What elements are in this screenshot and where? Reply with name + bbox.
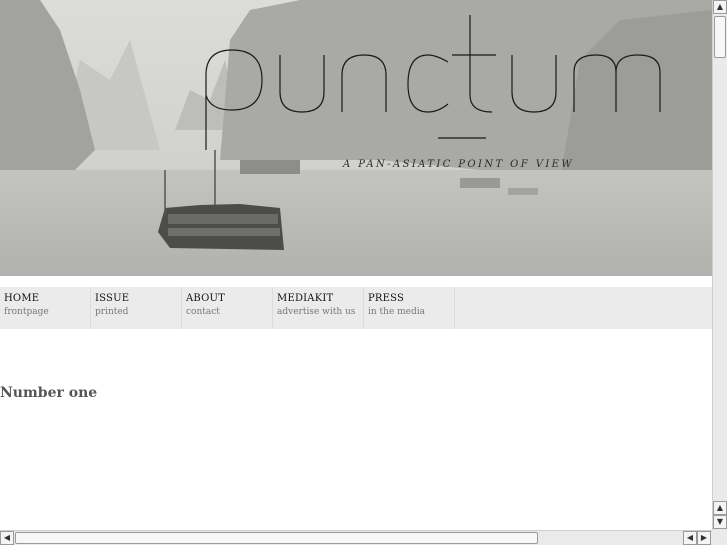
scroll-right-button[interactable]: ▶ xyxy=(697,531,711,545)
scroll-left-button[interactable]: ◀ xyxy=(0,531,14,545)
nav-item-title: PRESS xyxy=(368,293,405,304)
scrollbar-corner xyxy=(712,530,727,545)
section-heading: Number one xyxy=(0,385,98,401)
scroll-down-button[interactable]: ▼ xyxy=(713,515,727,529)
nav-item-subtitle: contact xyxy=(186,307,220,317)
tagline-text: A PAN-ASIATIC POINT OF VIEW xyxy=(342,159,574,170)
nav-item-subtitle: advertise with us xyxy=(277,307,356,317)
nav-item-about[interactable]: ABOUT contact xyxy=(182,287,273,329)
horizontal-scrollbar[interactable]: ◀ ◀ ▶ xyxy=(0,530,712,545)
vertical-scrollbar[interactable]: ▲ ▲ ▼ xyxy=(712,0,727,530)
nav-item-home[interactable]: HOME frontpage xyxy=(0,287,91,329)
scroll-up-button[interactable]: ▲ xyxy=(713,0,727,14)
nav-item-press[interactable]: PRESS in the media xyxy=(364,287,455,329)
vertical-scroll-thumb[interactable] xyxy=(714,16,726,58)
nav-item-title: MEDIAKIT xyxy=(277,293,334,304)
nav-item-subtitle: in the media xyxy=(368,307,426,317)
horizontal-scroll-thumb[interactable] xyxy=(15,532,538,544)
main-navigation: HOME frontpage ISSUE printed ABOUT conta… xyxy=(0,287,712,329)
misty-bay-photo: A PAN-ASIATIC POINT OF VIEW xyxy=(0,0,712,276)
scroll-up-button-bottom[interactable]: ▲ xyxy=(713,501,727,515)
nav-item-title: HOME xyxy=(4,293,40,304)
scroll-left-button-right[interactable]: ◀ xyxy=(683,531,697,545)
nav-item-mediakit[interactable]: MEDIAKIT advertise with us xyxy=(273,287,364,329)
nav-item-issue[interactable]: ISSUE printed xyxy=(91,287,182,329)
nav-item-title: ABOUT xyxy=(186,293,226,304)
header-banner-image: A PAN-ASIATIC POINT OF VIEW xyxy=(0,0,712,276)
nav-item-subtitle: frontpage xyxy=(4,307,49,317)
page-viewport: A PAN-ASIATIC POINT OF VIEW HOME frontpa… xyxy=(0,0,712,530)
nav-item-title: ISSUE xyxy=(95,293,130,304)
nav-item-subtitle: printed xyxy=(95,307,129,317)
